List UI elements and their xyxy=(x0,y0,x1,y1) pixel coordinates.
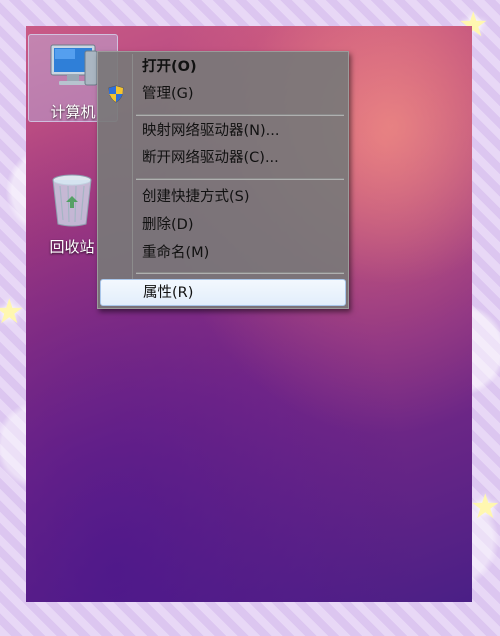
desktop: 计算机 回收站 打开(O) 管理(G) 映射网络驱动器(N)... 断开网络驱动… xyxy=(26,26,472,602)
computer-icon xyxy=(50,44,98,86)
recycle-bin-icon xyxy=(52,174,92,227)
uac-shield-icon xyxy=(108,85,124,103)
menu-separator xyxy=(136,178,344,180)
context-menu: 打开(O) 管理(G) 映射网络驱动器(N)... 断开网络驱动器(C)... … xyxy=(97,51,349,309)
menu-separator xyxy=(136,114,344,116)
menu-separator xyxy=(136,272,344,274)
menu-item-label: 管理(G) xyxy=(142,86,194,102)
menu-item-disconnect-network-drive[interactable]: 断开网络驱动器(C)... xyxy=(100,145,346,171)
star-decoration: ★ xyxy=(0,292,25,332)
star-decoration: ★ xyxy=(470,487,500,527)
menu-item-manage[interactable]: 管理(G) xyxy=(100,81,346,107)
menu-item-properties[interactable]: 属性(R) xyxy=(100,279,346,306)
menu-item-create-shortcut[interactable]: 创建快捷方式(S) xyxy=(100,184,346,210)
menu-item-map-network-drive[interactable]: 映射网络驱动器(N)... xyxy=(100,118,346,144)
menu-item-open[interactable]: 打开(O) xyxy=(100,54,346,80)
menu-item-rename[interactable]: 重命名(M) xyxy=(100,240,346,266)
menu-item-delete[interactable]: 删除(D) xyxy=(100,212,346,238)
